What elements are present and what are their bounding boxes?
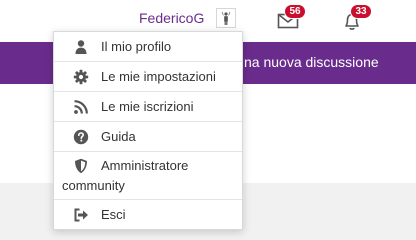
user-icon <box>73 39 89 55</box>
menu-item-label: Le mie impostazioni <box>101 69 216 84</box>
menu-item-label-continued: community <box>62 178 125 193</box>
notifications-badge[interactable]: 33 <box>350 4 372 19</box>
menu-item-my-subscriptions[interactable]: Le mie iscrizioni <box>54 92 242 122</box>
menu-item-label: Guida <box>101 129 136 144</box>
menu-item-logout[interactable]: Esci <box>54 200 242 230</box>
menu-item-label: Amministratore <box>101 158 189 173</box>
menu-item-my-profile[interactable]: Il mio profilo <box>54 32 242 62</box>
new-discussion-button[interactable]: na nuova discussione <box>244 54 379 70</box>
messages-badge[interactable]: 56 <box>284 4 306 19</box>
rss-icon <box>73 99 89 115</box>
shield-icon <box>73 158 89 174</box>
user-dropdown-menu: Il mio profilo Le mie impostazioni Le mi… <box>53 31 243 230</box>
question-circle-icon <box>73 129 89 145</box>
menu-item-label: Il mio profilo <box>101 39 172 54</box>
menu-item-label: Le mie iscrizioni <box>101 99 194 114</box>
gear-icon <box>73 69 89 85</box>
menu-item-community-admin[interactable]: Amministratore community <box>54 152 242 200</box>
sign-out-icon <box>73 207 89 223</box>
username-link[interactable]: FedericoG <box>139 10 204 26</box>
menu-item-guide[interactable]: Guida <box>54 122 242 152</box>
menu-item-label: Esci <box>101 207 126 222</box>
menu-item-my-settings[interactable]: Le mie impostazioni <box>54 62 242 92</box>
user-avatar-icon[interactable] <box>216 8 236 28</box>
